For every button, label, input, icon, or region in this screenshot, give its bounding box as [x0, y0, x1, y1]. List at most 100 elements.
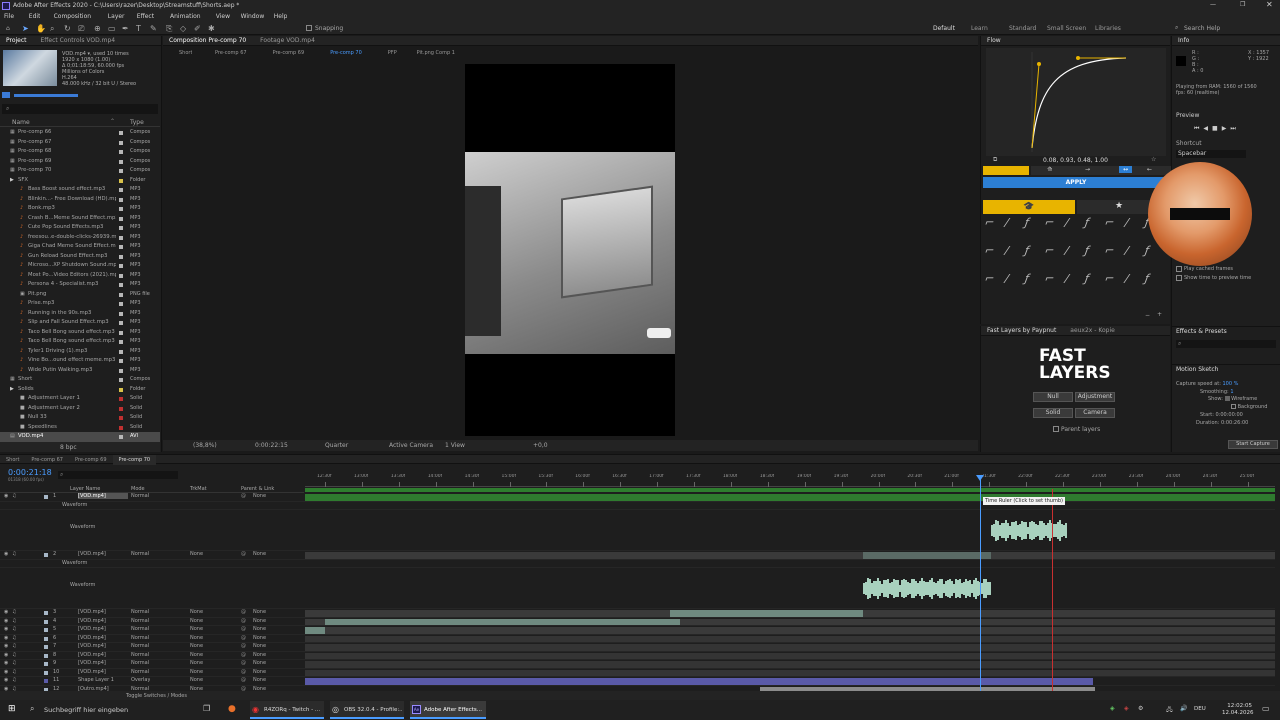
- project-search-input[interactable]: ⌕: [2, 104, 158, 114]
- layer-label-color[interactable]: [44, 611, 48, 615]
- audio-speaker-icon[interactable]: ♫: [12, 669, 16, 675]
- audio-speaker-icon[interactable]: ♫: [12, 677, 16, 683]
- label-color-swatch[interactable]: [119, 311, 123, 316]
- easing-preset-icon[interactable]: /: [1063, 216, 1071, 229]
- easing-preset-icon[interactable]: ⌐: [983, 272, 997, 285]
- easing-preset-icon[interactable]: /: [1123, 216, 1131, 229]
- parent-pickwhip-icon[interactable]: @: [241, 493, 246, 499]
- layer-label-color[interactable]: [44, 679, 48, 683]
- layer-duration-bar[interactable]: [305, 635, 1275, 642]
- layer-blend-mode[interactable]: Normal: [131, 493, 149, 499]
- layer-name[interactable]: [VOD.mp4]: [78, 660, 128, 666]
- layer-name[interactable]: [VOD.mp4]: [78, 643, 128, 649]
- taskbar-app-after-effects[interactable]: Ae Adobe After Effects...: [410, 701, 486, 719]
- smoothing-value[interactable]: 1: [1230, 389, 1233, 395]
- label-color-swatch[interactable]: [119, 378, 123, 382]
- layer-parent[interactable]: None: [253, 635, 266, 641]
- timeline-layer-row[interactable]: ◉ ♫ 7 [VOD.mp4] Normal None @ None: [0, 643, 1275, 652]
- visibility-eye-icon[interactable]: ◉: [4, 635, 8, 641]
- parent-pickwhip-icon[interactable]: @: [241, 669, 246, 675]
- project-item[interactable]: ▶ SFX Folder: [0, 176, 160, 186]
- project-item[interactable]: ♪ Tyler1 Driving (1).mp3 MP3: [0, 347, 160, 357]
- layer-parent[interactable]: None: [253, 660, 266, 666]
- flow-mode-button[interactable]: [983, 166, 1029, 175]
- label-color-swatch[interactable]: [119, 416, 123, 420]
- easing-preset-icon[interactable]: /: [1063, 244, 1071, 257]
- layer-trkmat[interactable]: None: [190, 635, 203, 641]
- camera-select[interactable]: Active Camera: [389, 442, 433, 449]
- easing-preset-icon[interactable]: ƒ: [1083, 272, 1092, 285]
- volume-icon[interactable]: 🔊: [1180, 705, 1187, 712]
- parent-pickwhip-icon[interactable]: @: [241, 618, 246, 624]
- layer-name[interactable]: [VOD.mp4]: [78, 669, 128, 675]
- parent-pickwhip-icon[interactable]: @: [241, 660, 246, 666]
- label-color-swatch[interactable]: [119, 302, 123, 306]
- project-item[interactable]: ♪ Cute Pop Sound Effects.mp3 MP3: [0, 223, 160, 233]
- easing-preset-icon[interactable]: ƒ: [1023, 272, 1032, 285]
- toggle-switches-modes[interactable]: Toggle Switches / Modes: [126, 693, 187, 699]
- menu-item-animation[interactable]: Animation: [170, 13, 201, 20]
- view-layout-select[interactable]: 1 View: [445, 442, 465, 449]
- project-item[interactable]: ♪ Slip and Fall Sound Effect.mp3 MP3: [0, 318, 160, 328]
- workspace-standard[interactable]: Standard: [1009, 25, 1036, 32]
- easing-preset-icon[interactable]: ƒ: [1143, 272, 1152, 285]
- audio-speaker-icon[interactable]: ♫: [12, 493, 16, 499]
- project-item[interactable]: ▣ Pit.png PNG file: [0, 290, 160, 300]
- star-icon[interactable]: ☆: [1151, 156, 1156, 163]
- timeline-layer-row[interactable]: Waveform: [0, 510, 1275, 551]
- layer-blend-mode[interactable]: Normal: [131, 643, 149, 649]
- tray-icon[interactable]: ⚙: [1138, 705, 1143, 712]
- layer-active-segment[interactable]: [863, 552, 991, 559]
- visibility-eye-icon[interactable]: ◉: [4, 652, 8, 658]
- prev-frame-icon[interactable]: ◀: [1203, 125, 1212, 132]
- project-item[interactable]: ♪ Wide Putin Walking.mp3 MP3: [0, 366, 160, 376]
- tab-effect-controls[interactable]: Effect Controls VOD.mp4: [34, 36, 121, 46]
- project-item[interactable]: ♪ Vine Bo...ound effect meme.mp3 MP3: [0, 356, 160, 366]
- layer-label-color[interactable]: [44, 662, 48, 666]
- parent-pickwhip-icon[interactable]: @: [241, 609, 246, 615]
- project-item[interactable]: ♪ Taco Bell Bong sound effect.mp3 MP3: [0, 328, 160, 338]
- project-item[interactable]: ▦ Pre-comp 67 Compos: [0, 138, 160, 148]
- easing-preset-icon[interactable]: ⌐: [1103, 272, 1117, 285]
- label-color-swatch[interactable]: [119, 273, 123, 278]
- apply-button[interactable]: APPLY: [983, 177, 1169, 188]
- audio-speaker-icon[interactable]: ♫: [12, 635, 16, 641]
- tray-icon[interactable]: ◈: [1110, 705, 1115, 712]
- timeline-layer-row[interactable]: ◉ ♫ 1 [VOD.mp4] Normal @ None: [0, 493, 1275, 502]
- clone-tool-icon[interactable]: ⎘: [166, 24, 172, 34]
- zoom-level[interactable]: (38,8%): [193, 442, 217, 449]
- audio-speaker-icon[interactable]: ♫: [12, 551, 16, 557]
- home-icon[interactable]: ⌂: [6, 25, 10, 32]
- capture-speed-value[interactable]: 100 %: [1222, 381, 1238, 387]
- project-item[interactable]: ▦ Pre-comp 69 Compos: [0, 157, 160, 167]
- layer-trkmat[interactable]: None: [190, 551, 203, 557]
- parent-pickwhip-icon[interactable]: @: [241, 652, 246, 658]
- easing-preset-icon[interactable]: /: [1003, 244, 1011, 257]
- audio-speaker-icon[interactable]: ♫: [12, 609, 16, 615]
- layer-label-color[interactable]: [44, 645, 48, 649]
- column-type[interactable]: Type: [130, 119, 144, 126]
- search-icon[interactable]: ⌕: [1175, 24, 1178, 32]
- layer-name[interactable]: [VOD.mp4]: [78, 493, 128, 499]
- layer-duration-bar[interactable]: [305, 644, 1275, 651]
- breadcrumb-item[interactable]: Pre-comp 69: [273, 50, 305, 56]
- project-item[interactable]: ■ Null 33 Solid: [0, 413, 160, 423]
- arrow-left-icon[interactable]: ←: [1147, 166, 1152, 173]
- label-color-swatch[interactable]: [119, 140, 123, 145]
- easing-preset-icon[interactable]: ⌐: [1043, 216, 1057, 229]
- layer-blend-mode[interactable]: Normal: [131, 635, 149, 641]
- parent-pickwhip-icon[interactable]: @: [241, 635, 246, 641]
- eraser-tool-icon[interactable]: ◇: [180, 24, 186, 33]
- project-item[interactable]: ■ Adjustment Layer 2 Solid: [0, 404, 160, 414]
- maximize-icon[interactable]: ❐: [1240, 1, 1245, 8]
- easing-preset-icon[interactable]: ƒ: [1083, 216, 1092, 229]
- visibility-eye-icon[interactable]: ◉: [4, 660, 8, 666]
- label-color-swatch[interactable]: [119, 216, 123, 221]
- adjustment-button[interactable]: Adjustment: [1075, 392, 1115, 402]
- breadcrumb-item[interactable]: PFP: [388, 50, 397, 56]
- label-color-swatch[interactable]: [119, 159, 123, 164]
- task-view-icon[interactable]: ❐: [203, 704, 210, 713]
- layer-label-color[interactable]: [44, 553, 48, 557]
- layer-name[interactable]: Shape Layer 1: [78, 677, 128, 683]
- timeline-layer-row[interactable]: Waveform: [0, 560, 1275, 568]
